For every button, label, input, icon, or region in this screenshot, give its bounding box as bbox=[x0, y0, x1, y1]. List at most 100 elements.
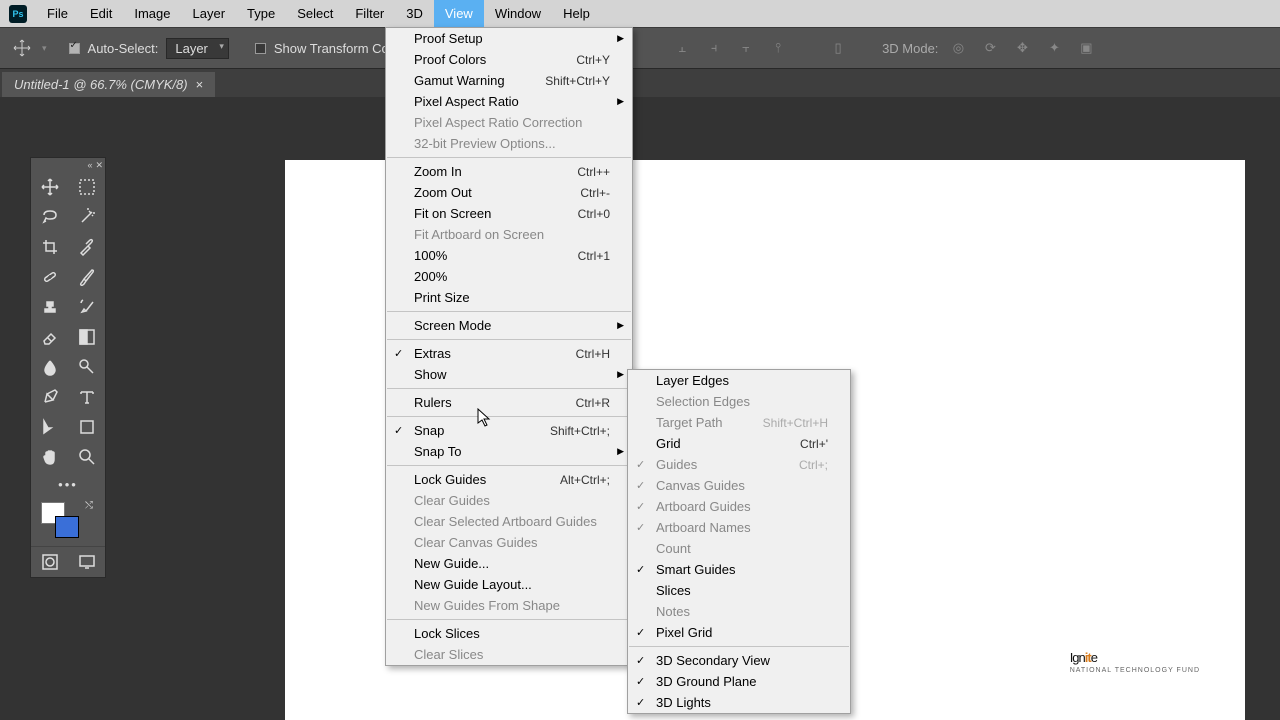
3d-rotate-icon[interactable]: ⟳ bbox=[978, 36, 1002, 60]
menu-item[interactable]: Screen Mode▶ bbox=[386, 315, 632, 336]
path-tool-icon[interactable] bbox=[31, 412, 68, 442]
menu-select[interactable]: Select bbox=[286, 0, 344, 27]
align-icon[interactable]: ⫠ bbox=[670, 36, 694, 60]
menu-item-label: Proof Colors bbox=[414, 52, 552, 67]
menu-item[interactable]: Pixel Aspect Ratio▶ bbox=[386, 91, 632, 112]
text-tool-icon[interactable] bbox=[68, 382, 105, 412]
move-tool-icon[interactable] bbox=[31, 172, 68, 202]
menu-item-label: Snap bbox=[414, 423, 526, 438]
menu-item-label: New Guide... bbox=[414, 556, 610, 571]
align-icon[interactable]: ⫞ bbox=[702, 36, 726, 60]
menu-item[interactable]: Slices bbox=[628, 580, 850, 601]
menu-item[interactable]: ✓ExtrasCtrl+H bbox=[386, 343, 632, 364]
document-tab[interactable]: Untitled-1 @ 66.7% (CMYK/8) × bbox=[2, 72, 215, 97]
distribute-icon[interactable]: ⫟ bbox=[734, 36, 758, 60]
move-tool-icon[interactable] bbox=[10, 36, 34, 60]
menu-item[interactable]: Proof Colors Ctrl+Y bbox=[386, 49, 632, 70]
background-swatch[interactable] bbox=[55, 516, 79, 538]
menu-image[interactable]: Image bbox=[123, 0, 181, 27]
menu-item-label: Print Size bbox=[414, 290, 610, 305]
menu-item[interactable]: Snap To▶ bbox=[386, 441, 632, 462]
menu-item-label: Lock Guides bbox=[414, 472, 536, 487]
menu-item[interactable]: 100%Ctrl+1 bbox=[386, 245, 632, 266]
menu-item[interactable]: Lock Slices bbox=[386, 623, 632, 644]
menu-window[interactable]: Window bbox=[484, 0, 552, 27]
more-tools-icon[interactable]: ••• bbox=[31, 472, 105, 496]
menu-item[interactable]: Gamut WarningShift+Ctrl+Y bbox=[386, 70, 632, 91]
menu-item[interactable]: GridCtrl+' bbox=[628, 433, 850, 454]
menu-item[interactable]: Print Size bbox=[386, 287, 632, 308]
shape-tool-icon[interactable] bbox=[68, 412, 105, 442]
menu-item: ✓GuidesCtrl+; bbox=[628, 454, 850, 475]
3d-pan-icon[interactable]: ✥ bbox=[1010, 36, 1034, 60]
menu-item[interactable]: Lock GuidesAlt+Ctrl+; bbox=[386, 469, 632, 490]
menu-3d[interactable]: 3D bbox=[395, 0, 434, 27]
menu-item-label: Gamut Warning bbox=[414, 73, 521, 88]
menu-item-label: Show bbox=[414, 367, 610, 382]
menu-item: Pixel Aspect Ratio Correction bbox=[386, 112, 632, 133]
menu-item[interactable]: ✓3D Secondary View bbox=[628, 650, 850, 671]
lasso-tool-icon[interactable] bbox=[31, 202, 68, 232]
menu-item-label: Count bbox=[656, 541, 828, 556]
tools-panel-header[interactable]: «✕ bbox=[31, 158, 105, 172]
menu-item[interactable]: New Guide... bbox=[386, 553, 632, 574]
align-icon[interactable]: ▯ bbox=[826, 36, 850, 60]
menu-edit[interactable]: Edit bbox=[79, 0, 123, 27]
menu-item[interactable]: Proof Setup▶ bbox=[386, 28, 632, 49]
color-swatches[interactable]: ⤭ bbox=[31, 496, 105, 546]
quickmask-icon[interactable] bbox=[31, 547, 68, 577]
menu-view[interactable]: View bbox=[434, 0, 484, 27]
menu-item[interactable]: ✓SnapShift+Ctrl+; bbox=[386, 420, 632, 441]
menu-item-label: Pixel Aspect Ratio bbox=[414, 94, 610, 109]
3d-camera-icon[interactable]: ▣ bbox=[1074, 36, 1098, 60]
checkmark-icon: ✓ bbox=[394, 424, 403, 437]
distribute-icon[interactable]: ⫯ bbox=[766, 36, 790, 60]
menu-layer[interactable]: Layer bbox=[182, 0, 237, 27]
auto-select-checkbox[interactable] bbox=[69, 43, 80, 54]
menu-item[interactable]: ✓3D Ground Plane bbox=[628, 671, 850, 692]
menu-item-label: Lock Slices bbox=[414, 626, 610, 641]
marquee-tool-icon[interactable] bbox=[68, 172, 105, 202]
checkmark-icon: ✓ bbox=[394, 347, 403, 360]
healing-tool-icon[interactable] bbox=[31, 262, 68, 292]
menu-item-label: Fit Artboard on Screen bbox=[414, 227, 610, 242]
hand-tool-icon[interactable] bbox=[31, 442, 68, 472]
3d-orbit-icon[interactable]: ◎ bbox=[946, 36, 970, 60]
menu-type[interactable]: Type bbox=[236, 0, 286, 27]
menu-item[interactable]: ✓Smart Guides bbox=[628, 559, 850, 580]
screenmode-icon[interactable] bbox=[68, 547, 105, 577]
menu-item-label: Layer Edges bbox=[656, 373, 828, 388]
menu-item[interactable]: RulersCtrl+R bbox=[386, 392, 632, 413]
stamp-tool-icon[interactable] bbox=[31, 292, 68, 322]
eraser-tool-icon[interactable] bbox=[31, 322, 68, 352]
menu-filter[interactable]: Filter bbox=[344, 0, 395, 27]
pen-tool-icon[interactable] bbox=[31, 382, 68, 412]
menu-item[interactable]: Show▶ bbox=[386, 364, 632, 385]
3d-slide-icon[interactable]: ✦ bbox=[1042, 36, 1066, 60]
menu-item[interactable]: ✓3D Lights bbox=[628, 692, 850, 713]
close-tab-icon[interactable]: × bbox=[196, 77, 204, 92]
menu-item[interactable]: Layer Edges bbox=[628, 370, 850, 391]
menu-item[interactable]: ✓Pixel Grid bbox=[628, 622, 850, 643]
blur-tool-icon[interactable] bbox=[31, 352, 68, 382]
menu-file[interactable]: File bbox=[36, 0, 79, 27]
menu-item[interactable]: 200% bbox=[386, 266, 632, 287]
menu-item[interactable]: Zoom OutCtrl+- bbox=[386, 182, 632, 203]
wand-tool-icon[interactable] bbox=[68, 202, 105, 232]
zoom-tool-icon[interactable] bbox=[68, 442, 105, 472]
dodge-tool-icon[interactable] bbox=[68, 352, 105, 382]
history-brush-icon[interactable] bbox=[68, 292, 105, 322]
menu-item[interactable]: Fit on ScreenCtrl+0 bbox=[386, 203, 632, 224]
auto-select-dropdown[interactable]: Layer bbox=[166, 38, 229, 59]
menu-item[interactable]: Zoom InCtrl++ bbox=[386, 161, 632, 182]
brush-tool-icon[interactable] bbox=[68, 262, 105, 292]
crop-tool-icon[interactable] bbox=[31, 232, 68, 262]
menu-shortcut: Ctrl+Y bbox=[576, 53, 610, 67]
app-logo: Ps bbox=[0, 0, 36, 27]
gradient-tool-icon[interactable] bbox=[68, 322, 105, 352]
show-transform-checkbox[interactable] bbox=[255, 43, 266, 54]
swap-colors-icon[interactable]: ⤭ bbox=[85, 500, 93, 511]
menu-item[interactable]: New Guide Layout... bbox=[386, 574, 632, 595]
eyedropper-tool-icon[interactable] bbox=[68, 232, 105, 262]
menu-help[interactable]: Help bbox=[552, 0, 601, 27]
